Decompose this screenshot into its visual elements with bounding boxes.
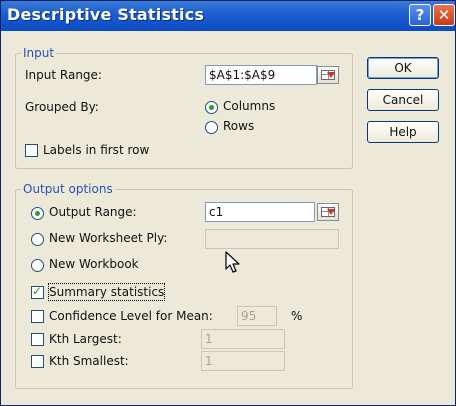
output-range-field[interactable]: c1 <box>205 202 315 222</box>
rows-radio[interactable] <box>205 121 218 134</box>
summary-statistics-checkbox[interactable] <box>31 284 44 299</box>
output-group-legend: Output options <box>21 182 115 196</box>
labels-first-row-label[interactable]: Labels in first row <box>43 142 149 158</box>
confidence-level-checkbox[interactable] <box>31 310 44 323</box>
help-title-button[interactable]: ? <box>409 4 431 26</box>
input-range-select-icon[interactable] <box>317 66 339 84</box>
rows-radio-label[interactable]: Rows <box>223 118 254 134</box>
new-workbook-radio[interactable] <box>31 259 44 272</box>
kth-smallest-field[interactable]: 1 <box>201 351 285 371</box>
close-title-button[interactable]: ✕ <box>433 4 455 26</box>
grouped-by-label: Grouped By: <box>25 100 99 114</box>
output-range-radio[interactable] <box>31 207 44 220</box>
kth-largest-label[interactable]: Kth Largest: <box>49 331 122 347</box>
kth-largest-field[interactable]: 1 <box>201 329 285 349</box>
cancel-button[interactable]: Cancel <box>367 89 439 111</box>
kth-largest-checkbox[interactable] <box>31 333 44 346</box>
output-range-label[interactable]: Output Range: <box>49 204 137 220</box>
title-bar: Descriptive Statistics ? ✕ <box>1 1 455 31</box>
new-worksheet-ply-field[interactable] <box>205 229 339 249</box>
input-range-field[interactable]: $A$1:$A$9 <box>205 65 317 85</box>
summary-statistics-label[interactable]: Summary statistics <box>47 283 166 301</box>
ok-button[interactable]: OK <box>367 57 439 79</box>
input-range-label: Input Range: <box>25 68 102 82</box>
kth-smallest-label[interactable]: Kth Smallest: <box>49 353 129 369</box>
window-title: Descriptive Statistics <box>7 5 205 24</box>
output-range-select-icon[interactable] <box>317 203 339 221</box>
input-group-legend: Input <box>21 46 57 60</box>
confidence-level-label[interactable]: Confidence Level for Mean: <box>49 308 213 324</box>
labels-first-row-checkbox[interactable] <box>25 144 38 157</box>
new-worksheet-ply-radio[interactable] <box>31 233 44 246</box>
kth-smallest-checkbox[interactable] <box>31 355 44 368</box>
columns-radio[interactable] <box>205 101 218 114</box>
new-workbook-label[interactable]: New Workbook <box>49 256 139 272</box>
confidence-level-field[interactable]: 95 <box>237 306 277 326</box>
new-worksheet-ply-label[interactable]: New Worksheet Ply: <box>49 230 167 246</box>
mouse-pointer-icon <box>225 251 240 273</box>
help-button[interactable]: Help <box>367 121 439 143</box>
columns-radio-label[interactable]: Columns <box>223 98 275 114</box>
descriptive-statistics-dialog: Descriptive Statistics ? ✕ Input Input R… <box>0 0 456 406</box>
confidence-percent-label: % <box>291 309 303 323</box>
